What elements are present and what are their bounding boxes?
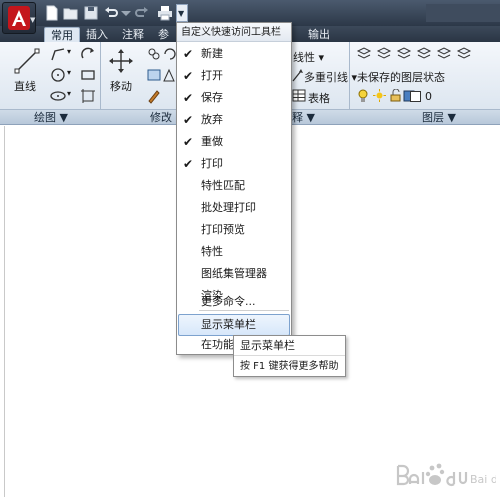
polyline-icon[interactable] xyxy=(50,46,66,62)
layer-off-icon[interactable] xyxy=(456,46,472,62)
menu-item-label: 特性匹配 xyxy=(201,179,245,192)
annotation-panel-label[interactable]: 释 ▼ xyxy=(292,110,315,125)
menu-item-label: 打印 xyxy=(201,157,223,170)
circle-dropdown-icon[interactable]: ▾ xyxy=(67,68,71,77)
title-bar-area xyxy=(426,4,500,22)
menu-header: 自定义快速访问工具栏 xyxy=(177,23,291,42)
tab-insert[interactable]: 插入 xyxy=(80,27,114,42)
menu-item-label: 放弃 xyxy=(201,113,223,126)
layer-freeze-icon[interactable] xyxy=(436,46,452,62)
modify-panel-label[interactable]: 修改 xyxy=(150,110,172,125)
new-icon[interactable] xyxy=(44,5,60,21)
menu-item-undo[interactable]: ✔ 放弃 xyxy=(178,109,290,131)
layer-states-icon[interactable] xyxy=(376,46,392,62)
customize-quick-access-dropdown[interactable]: ▼ xyxy=(176,4,188,22)
menu-item-show-menubar[interactable]: 显示菜单栏 xyxy=(178,314,290,336)
undo-dropdown-icon[interactable] xyxy=(118,5,134,21)
menu-item-open[interactable]: ✔ 打开 xyxy=(178,65,290,87)
current-layer-value[interactable]: 0 xyxy=(425,90,432,103)
customize-quick-access-menu: 自定义快速访问工具栏 ✔ 新建 ✔ 打开 ✔ 保存 ✔ 放弃 ✔ 重做 ✔ 打印… xyxy=(176,22,292,355)
menu-item-properties[interactable]: 特性 xyxy=(178,241,290,263)
menu-item-label: 新建 xyxy=(201,47,223,60)
menu-item-label: 批处理打印 xyxy=(201,201,256,214)
layer-properties-icon[interactable] xyxy=(356,46,372,62)
menu-item-plot-preview[interactable]: 打印预览 xyxy=(178,219,290,241)
save-icon[interactable] xyxy=(83,5,99,21)
redo-icon[interactable] xyxy=(134,5,150,21)
ellipse-icon[interactable] xyxy=(50,88,66,104)
menu-item-label: 在功能 xyxy=(201,338,234,351)
menu-item-match-properties[interactable]: 特性匹配 xyxy=(178,175,290,197)
tooltip-help-text: 按 F1 键获得更多帮助 xyxy=(240,361,339,372)
scale-icon[interactable] xyxy=(162,67,176,83)
menu-item-save[interactable]: ✔ 保存 xyxy=(178,87,290,109)
dropdown-arrow-icon: ▼ xyxy=(178,9,185,18)
rectangle-icon[interactable] xyxy=(80,67,96,83)
brush-icon[interactable] xyxy=(146,88,162,104)
layer-state-label[interactable]: 未保存的图层状态 xyxy=(357,69,445,85)
menu-item-label: 保存 xyxy=(201,91,223,104)
print-icon[interactable] xyxy=(157,5,173,21)
menu-item-label: 打开 xyxy=(201,69,223,82)
move-icon[interactable] xyxy=(108,48,134,74)
application-menu-button[interactable]: ▼ xyxy=(2,2,36,34)
menu-item-redo[interactable]: ✔ 重做 xyxy=(178,131,290,153)
tab-annotate[interactable]: 注释 xyxy=(116,27,150,42)
menu-item-more-commands[interactable]: 更多命令... xyxy=(178,291,290,313)
tab-output[interactable]: 输出 xyxy=(302,27,336,42)
sun-icon[interactable] xyxy=(373,89,386,102)
checkmark-icon: ✔ xyxy=(183,69,194,83)
ellipse-dropdown-icon[interactable]: ▾ xyxy=(67,89,71,98)
checkmark-icon: ✔ xyxy=(183,135,194,149)
tooltip: 显示菜单栏 按 F1 键获得更多帮助 xyxy=(233,335,346,377)
unlock-icon[interactable] xyxy=(389,89,402,102)
menu-item-label: 打印预览 xyxy=(201,223,245,236)
baidu-watermark-logo: Bai du 经验 xyxy=(396,463,496,487)
draw-panel-label[interactable]: 绘图 ▼ xyxy=(34,110,68,125)
tab-parametric[interactable]: 参 xyxy=(152,27,175,42)
menu-item-label: 特性 xyxy=(201,245,223,258)
checkmark-icon: ✔ xyxy=(183,47,194,61)
hatch-icon[interactable] xyxy=(80,88,96,104)
autocad-logo-icon xyxy=(8,6,30,30)
lightbulb-icon[interactable] xyxy=(357,89,369,103)
menu-item-label: 图纸集管理器 xyxy=(201,267,267,280)
layers-panel-label[interactable]: 图层 ▼ xyxy=(422,110,456,125)
line-icon[interactable] xyxy=(14,48,40,74)
layer-unisolate-icon[interactable] xyxy=(416,46,432,62)
linear-dimension-label[interactable]: 线性 ▾ xyxy=(293,49,324,65)
layer-color-swatch[interactable] xyxy=(410,91,421,102)
tooltip-title: 显示菜单栏 xyxy=(234,336,345,356)
move-label[interactable]: 移动 xyxy=(110,78,132,94)
menu-item-label: 更多命令... xyxy=(201,295,256,308)
menu-item-sheet-set-manager[interactable]: 图纸集管理器 xyxy=(178,263,290,285)
canvas-border xyxy=(4,126,5,497)
tab-home[interactable]: 常用 xyxy=(44,27,80,42)
stretch-icon[interactable] xyxy=(146,67,162,83)
menu-item-label: 重做 xyxy=(201,135,223,148)
rotate-icon[interactable] xyxy=(162,46,176,62)
watermark-text: Bai du 经验 xyxy=(470,472,496,486)
undo-icon[interactable] xyxy=(103,5,119,21)
polyline-dropdown-icon[interactable]: ▾ xyxy=(67,47,71,56)
checkmark-icon: ✔ xyxy=(183,91,194,105)
table-label[interactable]: 表格 xyxy=(308,90,330,106)
copy-icon[interactable] xyxy=(146,46,162,62)
line-label[interactable]: 直线 xyxy=(14,78,36,94)
table-icon[interactable] xyxy=(292,89,306,102)
menu-item-new[interactable]: ✔ 新建 xyxy=(178,43,290,65)
layer-isolate-icon[interactable] xyxy=(396,46,412,62)
menu-item-batch-plot[interactable]: 批处理打印 xyxy=(178,197,290,219)
open-icon[interactable] xyxy=(63,5,79,21)
checkmark-icon: ✔ xyxy=(183,157,194,171)
menu-item-label: 显示菜单栏 xyxy=(201,318,256,331)
checkmark-icon: ✔ xyxy=(183,113,194,127)
menu-item-print[interactable]: ✔ 打印 xyxy=(178,153,290,175)
arc-icon[interactable] xyxy=(80,46,96,62)
multileader-icon[interactable] xyxy=(292,68,304,82)
circle-icon[interactable] xyxy=(50,67,66,83)
application-menu-arrow-icon: ▼ xyxy=(30,16,36,24)
